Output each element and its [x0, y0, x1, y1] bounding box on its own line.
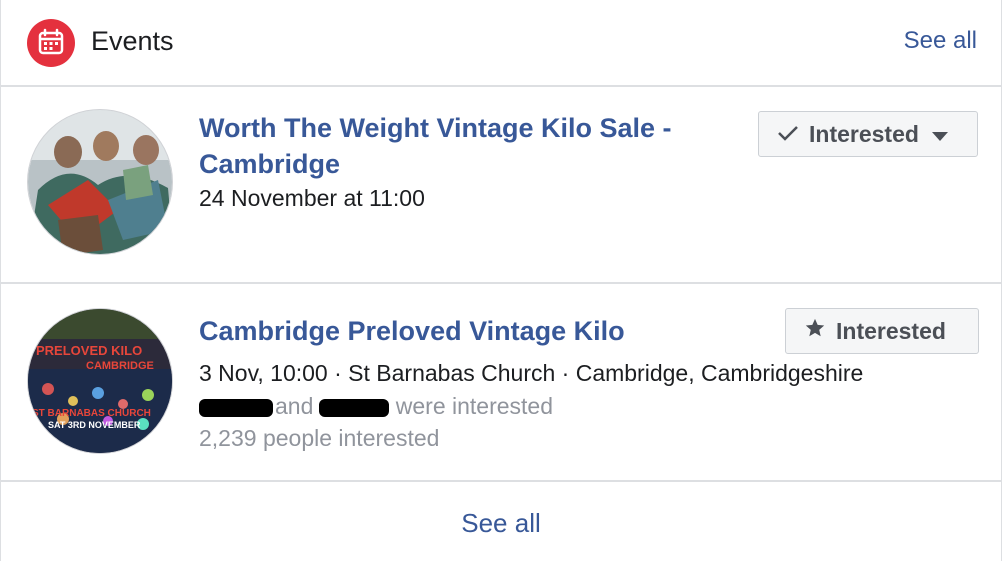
thumb-text-line1: PRELOVED KILO — [36, 343, 142, 358]
caret-down-icon — [931, 121, 949, 148]
thumb-text-line2: CAMBRIDGE — [86, 360, 154, 372]
event-title-link[interactable]: Cambridge Preloved Vintage Kilo — [199, 313, 759, 349]
friends-connector: and — [275, 393, 314, 419]
thumb-text-line4: SAT 3RD NOVEMBER — [48, 420, 141, 430]
events-panel: Events See all Worth The Weight Vintage … — [0, 0, 1002, 561]
event-item: PRELOVED KILO CAMBRIDGE ST BARNABAS CHUR… — [1, 284, 1001, 482]
event-date-location: 3 Nov, 10:00 · St Barnabas Church · Camb… — [199, 360, 864, 386]
interested-label: Interested — [809, 120, 919, 147]
calendar-icon — [27, 19, 75, 67]
event-thumbnail[interactable] — [27, 109, 173, 255]
thumb-text-line3: ST BARNABAS CHURCH — [32, 408, 151, 419]
event-date: 24 November at 11:00 — [199, 185, 425, 211]
see-all-link-header[interactable]: See all — [904, 27, 977, 55]
redacted-name — [199, 398, 273, 417]
event-title-link[interactable]: Worth The Weight Vintage Kilo Sale - Cam… — [199, 110, 739, 182]
redacted-name — [319, 398, 390, 417]
see-all-link-footer[interactable]: See all — [1, 508, 1001, 539]
section-title: Events — [91, 26, 174, 56]
checkmark-icon — [777, 121, 799, 148]
interested-dropdown-button[interactable]: Interested — [758, 111, 978, 157]
friends-interested: and were interested — [199, 393, 553, 420]
interested-button[interactable]: Interested — [785, 308, 979, 354]
event-thumbnail[interactable]: PRELOVED KILO CAMBRIDGE ST BARNABAS CHUR… — [27, 308, 173, 454]
friends-suffix: were interested — [395, 393, 554, 419]
interested-label: Interested — [836, 317, 946, 344]
interested-count: 2,239 people interested — [199, 425, 440, 451]
star-icon — [804, 317, 826, 345]
event-item: Worth The Weight Vintage Kilo Sale - Cam… — [1, 87, 1001, 284]
events-header: Events See all — [1, 0, 1001, 87]
